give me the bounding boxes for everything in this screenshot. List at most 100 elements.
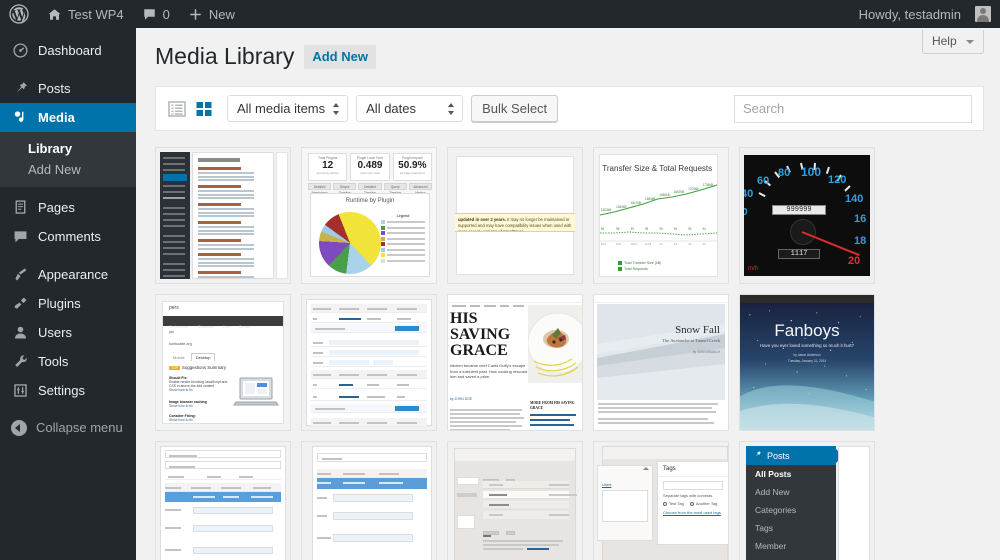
sidebar-item-posts[interactable]: Posts (0, 74, 136, 103)
add-new-button[interactable]: Add New (304, 44, 376, 69)
pages-icon (11, 199, 29, 217)
collapse-menu-button[interactable]: Collapse menu (0, 413, 136, 442)
speedo-number: 16 (854, 213, 867, 225)
collapse-caret-icon (643, 467, 649, 470)
site-name-button[interactable]: Test WP4 (38, 0, 133, 28)
media-item-plugin-notice[interactable]: updated in over 2 years. It may no longe… (447, 147, 583, 284)
media-item-bulk-wp-smush[interactable] (155, 147, 291, 284)
list-view-icon[interactable] (167, 99, 187, 119)
comments-button[interactable]: 0 (133, 0, 179, 28)
stat-sub: (currently active) (316, 171, 339, 175)
media-item-transfer-chart[interactable]: al Transfer Size & Total Requests 1502kB… (593, 147, 729, 284)
media-item-p3-profiler[interactable]: Total Plugins 12 (currently active) Plug… (301, 147, 437, 284)
snow-photo: Snow Fall The Avalanche at Tunnel Creek … (597, 304, 725, 400)
food-photo (528, 305, 582, 383)
article-subtitle: The Avalanche at Tunnel Creek (662, 338, 720, 343)
speedometer-photo: 0 40 60 80 100 120 140 16 18 20 999999 1… (744, 155, 870, 276)
sidebar-item-settings[interactable]: Settings (0, 376, 136, 405)
submenu-item-library[interactable]: Library (0, 138, 136, 159)
tags-input[interactable] (663, 481, 723, 490)
svg-text:93: 93 (688, 227, 691, 231)
wordpress-logo-button[interactable] (0, 0, 38, 28)
field-editor-panel (160, 446, 286, 560)
media-item-posts-menu[interactable]: Posts All Posts Add New Categories Tags … (739, 441, 875, 560)
nav-item: Live (223, 325, 230, 329)
submenu-item-add-new[interactable]: Add New (0, 159, 136, 180)
suggestions-summary-heading: TOP Suggestions Summary (169, 365, 226, 370)
suggestion-item: Should Fix: Enable render-blocking JavaS… (169, 376, 229, 392)
chevron-down-icon (966, 39, 974, 44)
plus-icon (188, 6, 203, 22)
page-title: Media Library (155, 43, 295, 69)
media-type-filter[interactable]: All media items (227, 95, 349, 122)
submenu-all-posts[interactable]: All Posts (746, 465, 836, 483)
laptop-illustration (233, 377, 279, 406)
submenu-categories[interactable]: Categories (746, 501, 836, 519)
stat-value: 0.489 (357, 160, 383, 171)
device-tab-desktop[interactable]: Desktop (190, 353, 216, 361)
svg-text:8/15: 8/15 (601, 242, 606, 245)
brush-icon (11, 266, 29, 284)
submenu-member[interactable]: Member (746, 537, 836, 555)
wordpress-logo-icon (9, 4, 29, 24)
media-item-categories-admin[interactable] (447, 441, 583, 560)
media-item-acf-flexible-content[interactable] (301, 441, 437, 560)
search-input[interactable] (734, 94, 972, 123)
bulk-select-button[interactable]: Bulk Select (471, 95, 559, 122)
suggestion-link: Show how to fix (169, 418, 193, 422)
sidebar-item-comments[interactable]: Comments (0, 222, 136, 251)
suggestion-link: Show how to fix (169, 388, 193, 392)
svg-text:94: 94 (703, 227, 706, 231)
svg-text:95: 95 (645, 227, 648, 231)
most-used-tab: Used (602, 482, 612, 487)
new-content-button[interactable]: New (179, 0, 244, 28)
pie-slices (319, 212, 381, 274)
article-deck: kitchen became chef Curtis Duffy's escap… (450, 363, 528, 379)
article-date: Tuesday, January 21, 2014 (787, 359, 827, 363)
sidebar-item-users[interactable]: Users (0, 318, 136, 347)
speedo-number: 100 (801, 165, 822, 179)
tag-option[interactable]: Another Tag (689, 501, 717, 506)
sidebar-item-appearance[interactable]: Appearance (0, 260, 136, 289)
submenu-add-new[interactable]: Add New (746, 483, 836, 501)
media-item-tags-metabox[interactable]: Used Tags Separate tags with commas Test… (593, 441, 729, 560)
device-tab-mobile[interactable]: Mobile (169, 354, 189, 361)
media-item-speedometer[interactable]: 0 40 60 80 100 120 140 16 18 20 999999 1… (739, 147, 875, 284)
wrench-icon (11, 353, 29, 371)
admin-sidebar-menu: Dashboard Posts Media Library Add New Pa… (0, 28, 144, 560)
submenu-tags[interactable]: Tags (746, 519, 836, 537)
speedo-number: 140 (845, 193, 864, 205)
collapse-arrow-icon (11, 419, 27, 436)
sidebar-item-pages[interactable]: Pages (0, 193, 136, 222)
choose-most-used-link[interactable]: Choose from the most used tags (663, 510, 721, 515)
profiler-tab: Simple Timeline (333, 183, 357, 195)
tag-option[interactable]: Test Tag (663, 501, 684, 506)
site-header (594, 295, 728, 307)
sidebar-item-plugins[interactable]: Plugins (0, 289, 136, 318)
sidebar-item-tools[interactable]: Tools (0, 347, 136, 376)
comment-bubble-icon (142, 6, 157, 22)
stat-card: Plugin Impact 50.9% (of page load time) (392, 153, 432, 181)
plug-icon (11, 295, 29, 313)
media-item-snow-fall[interactable]: Snow Fall The Avalanche at Tunnel Creek … (593, 294, 729, 431)
tags-box-title: Tags (658, 462, 728, 477)
site-name-label: Test WP4 (68, 6, 124, 22)
avatar-icon (975, 6, 991, 22)
howdy-account-menu[interactable]: Howdy, testadmin (850, 0, 1000, 28)
media-item-acf-field-group[interactable] (301, 294, 437, 431)
smush-log-panel (192, 152, 274, 279)
sidebar-label-dashboard: Dashboard (38, 43, 102, 58)
date-filter[interactable]: All dates (356, 95, 464, 122)
radio-icon (663, 501, 667, 506)
media-item-his-saving-grace[interactable]: HIS SAVING GRACE kitchen became chef Cur… (447, 294, 583, 431)
suggestion-body: Enable render-blocking JavaScript and CS… (169, 380, 228, 388)
grid-view-icon[interactable] (194, 99, 214, 119)
media-item-pagespeed-insights[interactable]: pers Conferences Showcase Live Groups pt… (155, 294, 291, 431)
sidebar-item-dashboard[interactable]: Dashboard (0, 36, 136, 65)
suggestion-item: Consider Fixing: Show how to fix (169, 414, 196, 422)
summary-title: Suggestions Summary (181, 365, 227, 370)
media-item-acf-field-editor[interactable] (155, 441, 291, 560)
media-item-fanboys[interactable]: Fanboys Features Video Gallery Contact (739, 294, 875, 431)
sidebar-item-media[interactable]: Media (0, 103, 144, 132)
help-tab-button[interactable]: Help (921, 30, 984, 54)
